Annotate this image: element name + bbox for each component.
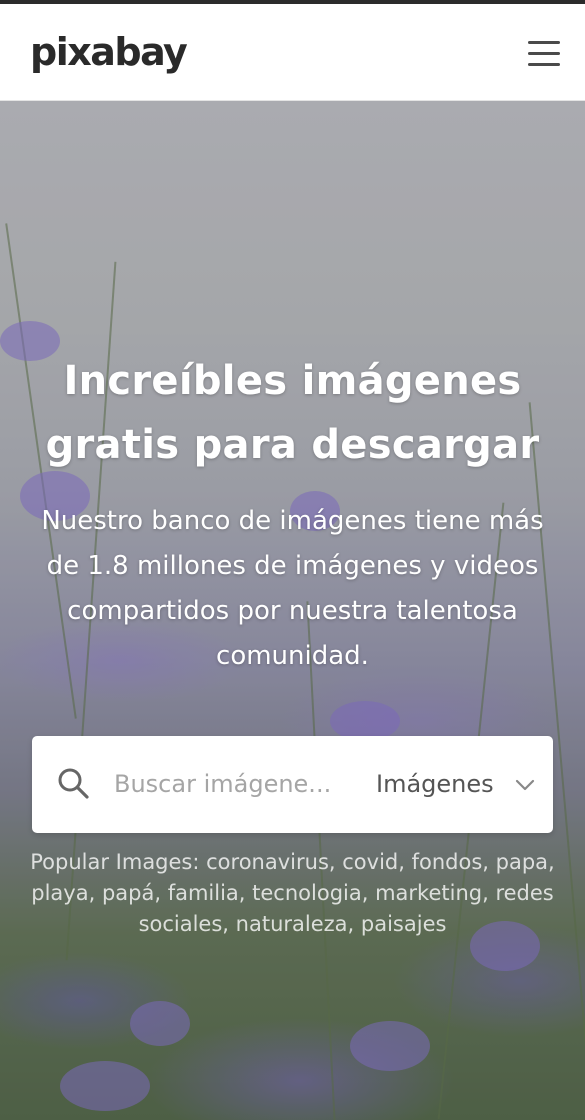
hero-subtitle: Nuestro banco de imágenes tiene más de 1… — [41, 506, 544, 671]
search-input[interactable] — [114, 764, 354, 804]
popular-tag[interactable]: paisajes — [361, 912, 447, 936]
popular-tag[interactable]: marketing — [375, 881, 482, 905]
popular-tag[interactable]: coronavirus — [206, 850, 329, 874]
popular-tag[interactable]: fondos — [412, 850, 483, 874]
popular-tag[interactable]: playa — [31, 881, 88, 905]
search-icon[interactable] — [56, 766, 90, 800]
popular-tag[interactable]: tecnologia — [252, 881, 362, 905]
media-type-label: Imágenes — [376, 770, 494, 798]
popular-images: Popular Images: coronavirus, covid, fond… — [30, 850, 555, 936]
hero-section: Increíbles imágenes gratis para descarga… — [0, 101, 585, 1120]
popular-tag[interactable]: papa — [496, 850, 548, 874]
hero-title-line1: Increíbles imágenes — [63, 358, 522, 404]
hamburger-menu-button[interactable] — [524, 37, 564, 71]
site-header: pixabay — [0, 4, 585, 101]
chevron-down-icon — [515, 779, 535, 791]
hero-title-line2: gratis para descargar — [45, 422, 540, 468]
hamburger-icon — [528, 41, 560, 44]
popular-tag[interactable]: naturaleza — [236, 912, 348, 936]
popular-label: Popular Images: — [30, 850, 200, 874]
popular-tag[interactable]: covid — [342, 850, 398, 874]
search-box: Imágenes — [32, 736, 553, 833]
popular-tag[interactable]: papá — [102, 881, 154, 905]
hamburger-icon-bar — [528, 63, 560, 66]
pixabay-logo[interactable]: pixabay — [30, 28, 188, 76]
hero-title: Increíbles imágenes gratis para descarga… — [0, 349, 585, 477]
media-type-select[interactable]: Imágenes — [376, 764, 536, 806]
hamburger-icon-bar — [528, 52, 560, 55]
popular-tag[interactable]: familia — [168, 881, 239, 905]
